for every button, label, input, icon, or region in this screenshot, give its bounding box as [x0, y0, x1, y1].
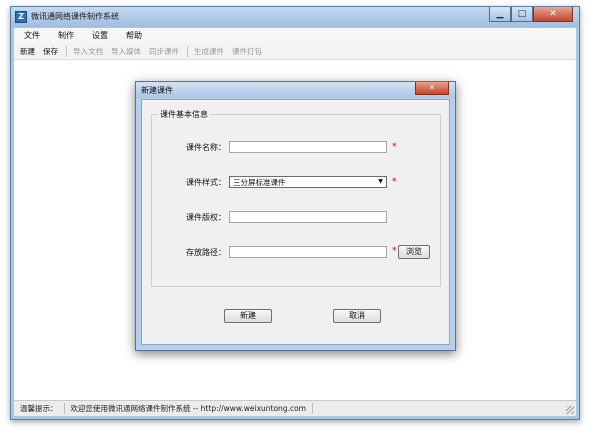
minimize-button[interactable]: ▁ [489, 7, 511, 22]
new-courseware-dialog: 新建课件 ✕ 课件基本信息 课件名称： * 课件样式： 三分屏标准课件 ▼ * … [135, 81, 456, 351]
path-required-mark: * [392, 246, 397, 256]
import-media-button[interactable]: 导入媒体 [111, 46, 141, 57]
package-courseware-button[interactable]: 课件打包 [232, 46, 262, 57]
import-document-button[interactable]: 导入文档 [73, 46, 103, 57]
status-message: 欢迎您使用微讯通网络课件制作系统 -- http://www.weixunton… [65, 403, 313, 414]
menu-help[interactable]: 帮助 [126, 30, 142, 41]
app-logo-icon: Z [15, 11, 27, 23]
dialog-title-bar[interactable]: 新建课件 ✕ [136, 82, 455, 98]
chevron-down-icon[interactable]: ▼ [375, 177, 386, 187]
status-label: 温馨提示： [14, 403, 65, 414]
dialog-title: 新建课件 [141, 86, 173, 95]
menu-make[interactable]: 制作 [58, 30, 74, 41]
name-label: 课件名称： [186, 143, 226, 152]
dialog-close-button[interactable]: ✕ [415, 82, 449, 95]
browse-button[interactable]: 浏览 [398, 245, 430, 259]
style-required-mark: * [392, 177, 397, 187]
courseware-name-input[interactable] [229, 141, 387, 153]
menu-settings[interactable]: 设置 [92, 30, 108, 41]
title-bar[interactable]: Z 微讯通网络课件制作系统 ▁ □ ✕ [11, 7, 579, 27]
new-button[interactable]: 新建 [20, 46, 35, 57]
maximize-button[interactable]: □ [511, 7, 533, 22]
path-label: 存放路径： [186, 248, 226, 257]
generate-courseware-button[interactable]: 生成课件 [194, 46, 224, 57]
toolbar: 新建 保存 导入文档 导入媒体 同步课件 生成课件 课件打包 [14, 43, 576, 60]
status-bar: 温馨提示： 欢迎您使用微讯通网络课件制作系统 -- http://www.wei… [14, 400, 576, 416]
dialog-body: 课件基本信息 课件名称： * 课件样式： 三分屏标准课件 ▼ * 课件版权： 存… [141, 99, 450, 345]
style-selected-value: 三分屏标准课件 [233, 177, 286, 187]
courseware-style-select[interactable]: 三分屏标准课件 ▼ [229, 176, 387, 188]
basic-info-group: 课件基本信息 课件名称： * 课件样式： 三分屏标准课件 ▼ * 课件版权： 存… [151, 109, 441, 287]
menu-bar: 文件 制作 设置 帮助 [14, 28, 576, 43]
save-button[interactable]: 保存 [43, 46, 58, 57]
sync-courseware-button[interactable]: 同步课件 [149, 46, 179, 57]
create-button[interactable]: 新建 [224, 309, 272, 323]
resize-grip-icon[interactable] [566, 406, 574, 414]
group-title: 课件基本信息 [158, 109, 210, 120]
save-path-input[interactable] [229, 246, 387, 258]
window-controls: ▁ □ ✕ [489, 7, 573, 23]
window-title: 微讯通网络课件制作系统 [31, 12, 119, 21]
close-button[interactable]: ✕ [533, 7, 573, 22]
cancel-button[interactable]: 取消 [333, 309, 381, 323]
name-required-mark: * [392, 142, 397, 152]
menu-file[interactable]: 文件 [24, 30, 40, 41]
copyright-label: 课件版权： [186, 213, 226, 222]
toolbar-separator [66, 45, 67, 57]
toolbar-separator [187, 45, 188, 57]
style-label: 课件样式： [186, 178, 226, 187]
courseware-copyright-input[interactable] [229, 211, 387, 223]
